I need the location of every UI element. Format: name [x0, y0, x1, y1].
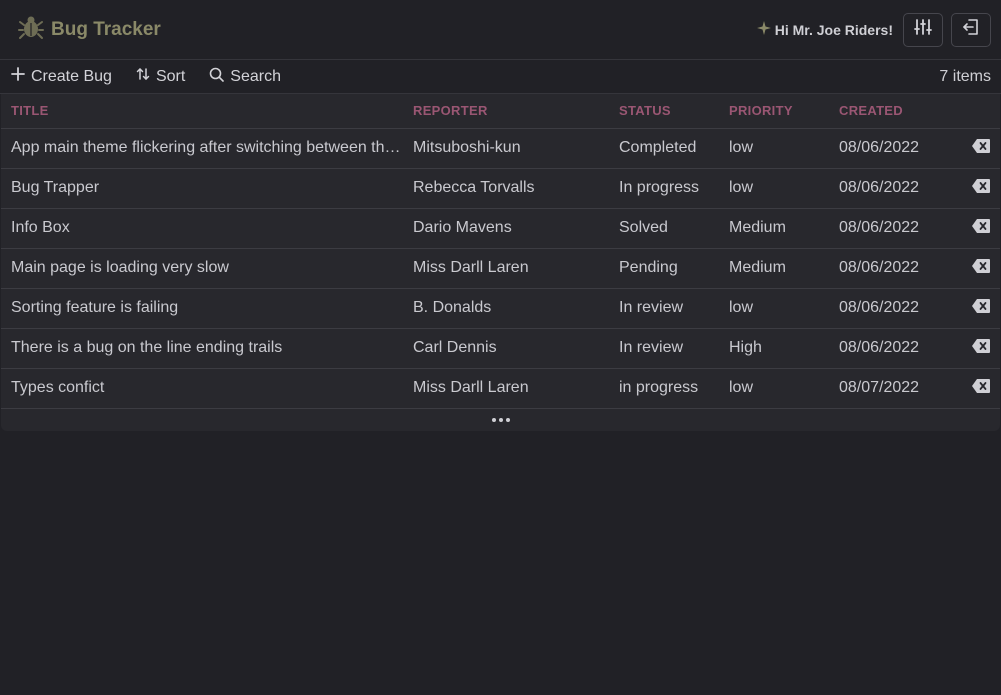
user-greeting: Hi Mr. Joe Riders! [756, 21, 893, 38]
delete-bug-button[interactable] [949, 287, 1000, 328]
column-header-status[interactable]: STATUS [609, 94, 719, 128]
ellipsis-icon [491, 417, 510, 422]
bug-table: TITLE REPORTER STATUS PRIORITY CREATED A… [1, 94, 1000, 431]
logout-icon [962, 18, 980, 41]
backspace-icon [972, 338, 990, 357]
cell-status: In review [609, 327, 719, 368]
cell-priority: low [719, 167, 829, 208]
cell-priority: High [719, 327, 829, 368]
column-header-priority[interactable]: PRIORITY [719, 94, 829, 128]
logout-button[interactable] [951, 12, 991, 47]
plus-icon [11, 67, 25, 86]
cell-status: in progress [609, 367, 719, 408]
cell-created: 08/06/2022 [829, 127, 949, 168]
column-header-actions [949, 94, 1000, 128]
table-row[interactable]: There is a bug on the line ending trails… [1, 327, 1000, 368]
cell-priority: low [719, 287, 829, 328]
backspace-icon [972, 178, 990, 197]
table-row[interactable]: App main theme flickering after switchin… [1, 127, 1000, 168]
cell-created: 08/06/2022 [829, 327, 949, 368]
table-row[interactable]: Main page is loading very slow Miss Darll… [1, 247, 1000, 288]
table-header-row: TITLE REPORTER STATUS PRIORITY CREATED [1, 94, 1000, 128]
cell-status: Completed [609, 127, 719, 168]
create-bug-label: Create Bug [31, 67, 112, 85]
cell-reporter: Miss Darll Laren [403, 247, 609, 288]
app-header: Bug Tracker Hi Mr. Joe Riders! [0, 0, 1001, 60]
toolbar: Create Bug Sort Search 7 items [0, 60, 1001, 94]
backspace-icon [972, 138, 990, 157]
cell-title: There is a bug on the line ending trails [1, 327, 403, 368]
cell-title: Bug Trapper [1, 167, 403, 208]
greeting-text: Hi Mr. Joe Riders! [774, 21, 893, 38]
table-row[interactable]: Bug Trapper Rebecca Torvalls In progress lo… [1, 167, 1000, 208]
search-icon [209, 67, 225, 87]
cell-priority: low [719, 127, 829, 168]
backspace-icon [972, 378, 990, 397]
cell-reporter: Dario Mavens [403, 207, 609, 248]
column-header-title[interactable]: TITLE [1, 94, 403, 128]
sliders-icon [914, 18, 932, 41]
cell-status: In progress [609, 167, 719, 208]
cell-status: In review [609, 287, 719, 328]
load-more-button[interactable] [1, 407, 1000, 431]
backspace-icon [972, 258, 990, 277]
delete-bug-button[interactable] [949, 167, 1000, 208]
cell-created: 08/06/2022 [829, 167, 949, 208]
backspace-icon [972, 218, 990, 237]
item-count: 7 items [939, 67, 991, 85]
backspace-icon [972, 298, 990, 317]
table-row[interactable]: Sorting feature is failing B. Donalds In r… [1, 287, 1000, 328]
cell-title: Sorting feature is failing [1, 287, 403, 328]
app-title: Bug Tracker [51, 18, 161, 40]
table-row[interactable]: Types confict Miss Darll Laren in progress… [1, 367, 1000, 408]
delete-bug-button[interactable] [949, 367, 1000, 408]
sparkle-icon [756, 21, 771, 38]
cell-priority: low [719, 367, 829, 408]
column-header-reporter[interactable]: REPORTER [403, 94, 609, 128]
column-header-created[interactable]: CREATED [829, 94, 949, 128]
search-button[interactable]: Search [209, 67, 281, 87]
cell-created: 08/06/2022 [829, 247, 949, 288]
settings-button[interactable] [903, 12, 943, 47]
cell-created: 08/07/2022 [829, 367, 949, 408]
cell-title: App main theme flickering after switchin… [1, 127, 403, 168]
cell-priority: Medium [719, 247, 829, 288]
cell-reporter: Miss Darll Laren [403, 367, 609, 408]
delete-bug-button[interactable] [949, 327, 1000, 368]
cell-title: Main page is loading very slow [1, 247, 403, 288]
cell-status: Solved [609, 207, 719, 248]
cell-created: 08/06/2022 [829, 207, 949, 248]
cell-created: 08/06/2022 [829, 287, 949, 328]
cell-reporter: B. Donalds [403, 287, 609, 328]
brand: Bug Tracker [18, 14, 161, 45]
table-row[interactable]: Info Box Dario Mavens Solved Medium 08/06/20… [1, 207, 1000, 248]
bug-icon [18, 14, 44, 45]
delete-bug-button[interactable] [949, 207, 1000, 248]
delete-bug-button[interactable] [949, 127, 1000, 168]
delete-bug-button[interactable] [949, 247, 1000, 288]
cell-priority: Medium [719, 207, 829, 248]
cell-title: Types confict [1, 367, 403, 408]
sort-label: Sort [155, 67, 186, 85]
cell-reporter: Rebecca Torvalls [403, 167, 609, 208]
sort-icon [136, 67, 150, 86]
search-label: Search [230, 67, 281, 85]
cell-status: Pending [609, 247, 719, 288]
cell-reporter: Mitsuboshi-kun [403, 127, 609, 168]
cell-reporter: Carl Dennis [403, 327, 609, 368]
sort-button[interactable]: Sort [136, 67, 185, 86]
cell-title: Info Box [1, 207, 403, 248]
create-bug-button[interactable]: Create Bug [11, 67, 112, 86]
